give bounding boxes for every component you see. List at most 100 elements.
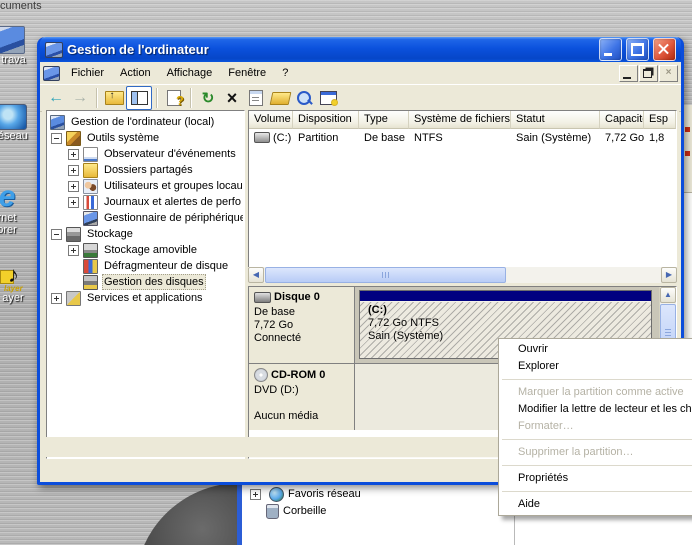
internet-explorer-icon: e (0, 182, 30, 212)
delete-button[interactable]: × (220, 87, 244, 109)
tree-item-outils-systeme[interactable]: Outils système (48, 130, 243, 146)
partition-context-menu: Ouvrir Explorer Marquer la partition com… (498, 338, 692, 516)
tree-item-corbeille[interactable]: Corbeille (266, 503, 326, 519)
help-icon (167, 90, 181, 106)
services-icon (66, 291, 81, 306)
menu-fichier[interactable]: Fichier (63, 65, 112, 81)
volume-list-header: Volume Disposition Type Système de fichi… (249, 111, 676, 129)
collapse-icon[interactable] (51, 229, 62, 240)
column-header-type[interactable]: Type (359, 111, 409, 129)
computer-icon (0, 26, 25, 54)
expand-icon[interactable] (68, 165, 79, 176)
column-header-disposition[interactable]: Disposition (293, 111, 359, 129)
cdrom-info-card[interactable]: CD-ROM 0 DVD (D:) Aucun média (249, 364, 355, 430)
window-title: Gestion de l'ordinateur (67, 42, 595, 57)
menu-item-explorer[interactable]: Explorer (499, 358, 692, 375)
title-bar[interactable]: Gestion de l'ordinateur (40, 37, 681, 62)
expand-icon[interactable] (68, 149, 79, 160)
mdi-restore-button[interactable] (639, 65, 658, 82)
tree-item-observateur-evenements[interactable]: Observateur d'événements (48, 146, 243, 162)
defragmenter-icon (83, 259, 98, 274)
expand-icon[interactable] (51, 293, 62, 304)
column-header-volume[interactable]: Volume (249, 111, 293, 129)
tree-item-defragmenteur[interactable]: Défragmenteur de disque (48, 258, 243, 274)
volume-row-c[interactable]: (C:) Partition De base NTFS Sain (Systèm… (249, 129, 676, 146)
menu-action[interactable]: Action (112, 65, 159, 81)
tree-item-dossiers-partages[interactable]: Dossiers partagés (48, 162, 243, 178)
menu-item-proprietes[interactable]: Propriétés (499, 470, 692, 487)
desktop-icon-poste-de-travail[interactable]: e trava (0, 26, 32, 66)
menu-item-modifier-lettre-lecteur[interactable]: Modifier la lettre de lecteur et les che… (499, 401, 692, 418)
collapse-icon[interactable] (51, 133, 62, 144)
menu-item-formater: Formater… (499, 418, 692, 435)
volume-list-horizontal-scrollbar[interactable]: ◀ ▶ (248, 267, 677, 283)
desktop-icon-media-player[interactable]: ♪ layer ayer (0, 266, 36, 304)
disk0-info-card[interactable]: Disque 0 De base 7,72 Go Connecté (249, 287, 355, 363)
menu-item-aide[interactable]: Aide (499, 496, 692, 513)
menu-aide[interactable]: ? (274, 65, 296, 81)
delete-x-icon: × (227, 90, 238, 106)
minimize-button[interactable] (599, 38, 622, 61)
menu-affichage[interactable]: Affichage (159, 65, 221, 81)
tree-item-journaux-alertes[interactable]: Journaux et alertes de perfo (48, 194, 243, 210)
toolbar-separator (156, 88, 158, 108)
tree-item-gestion-des-disques[interactable]: Gestion des disques (48, 274, 243, 290)
tree-item-root[interactable]: Gestion de l'ordinateur (local) (48, 114, 243, 130)
column-header-statut[interactable]: Statut (511, 111, 600, 129)
mdi-minimize-button[interactable] (619, 65, 638, 82)
expand-icon[interactable] (250, 489, 261, 500)
console-tree-icon (131, 91, 148, 105)
window-system-icon[interactable] (45, 42, 63, 58)
removable-storage-icon (83, 243, 98, 258)
forward-button[interactable]: → (68, 87, 92, 109)
back-button[interactable]: ← (44, 87, 68, 109)
menu-item-marquer-partition-active: Marquer la partition comme active (499, 384, 692, 401)
up-one-level-button[interactable] (102, 87, 126, 109)
performance-logs-icon (83, 195, 98, 210)
desktop-icon-favoris-reseau[interactable]: réseau (0, 104, 34, 142)
scrollbar-thumb[interactable] (265, 267, 506, 283)
help-button[interactable] (162, 87, 186, 109)
scroll-right-button[interactable]: ▶ (661, 267, 677, 283)
tree-item-favoris-reseau[interactable]: Favoris réseau (250, 486, 361, 502)
menu-item-ouvrir[interactable]: Ouvrir (499, 341, 692, 358)
open-button[interactable] (268, 87, 292, 109)
console-tree-pane: Gestion de l'ordinateur (local) Outils s… (46, 110, 245, 459)
scroll-up-button[interactable]: ▲ (660, 287, 676, 303)
column-header-systeme-fichiers[interactable]: Système de fichiers (409, 111, 511, 129)
red-mark (685, 151, 690, 156)
volume-list: Volume Disposition Type Système de fichi… (248, 110, 677, 268)
find-button[interactable] (292, 87, 316, 109)
expand-icon[interactable] (68, 245, 79, 256)
network-icon (269, 487, 284, 502)
magnifier-icon (297, 91, 311, 105)
close-button[interactable] (653, 38, 676, 61)
event-viewer-icon (83, 147, 98, 162)
show-hide-tree-button[interactable] (126, 86, 152, 110)
mdi-child-icon[interactable] (43, 66, 60, 81)
hard-disk-icon (254, 292, 271, 303)
menu-fenetre[interactable]: Fenêtre (220, 65, 274, 81)
tree-item-stockage-amovible[interactable]: Stockage amovible (48, 242, 243, 258)
refresh-button[interactable]: ↻ (196, 87, 220, 109)
mdi-close-button[interactable]: × (659, 65, 678, 82)
device-manager-icon (83, 211, 98, 226)
column-header-espace[interactable]: Esp (644, 111, 676, 129)
expand-icon[interactable] (68, 197, 79, 208)
toolbar-separator (190, 88, 192, 108)
menu-separator (502, 379, 692, 380)
maximize-button[interactable] (626, 38, 649, 61)
refresh-icon: ↻ (202, 91, 215, 106)
back-arrow-icon: ← (48, 90, 64, 106)
tree-item-utilisateurs-groupes[interactable]: Utilisateurs et groupes locau (48, 178, 243, 194)
desktop-icon-internet-explorer[interactable]: e rnet orer (0, 182, 30, 236)
tree-item-services-applications[interactable]: Services et applications (48, 290, 243, 306)
scroll-left-button[interactable]: ◀ (248, 267, 264, 283)
console-options-button[interactable] (316, 87, 340, 109)
properties-button[interactable] (244, 87, 268, 109)
tree-item-gestionnaire-peripheriques[interactable]: Gestionnaire de périphérique (48, 210, 243, 226)
column-header-capacite[interactable]: Capacité (600, 111, 644, 129)
tree-item-stockage[interactable]: Stockage (48, 226, 243, 242)
expand-icon[interactable] (68, 181, 79, 192)
users-icon (83, 179, 98, 194)
